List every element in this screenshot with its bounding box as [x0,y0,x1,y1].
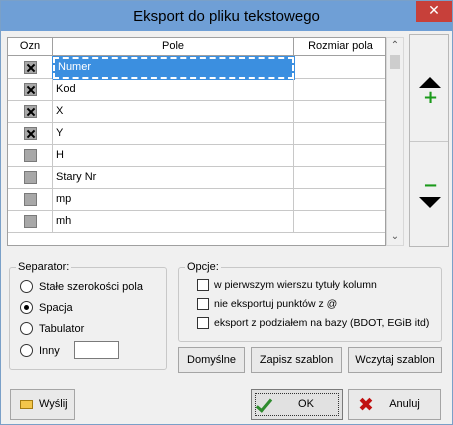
grid-header: Ozn Pole Rozmiar pola [8,38,385,56]
row-checkbox[interactable] [24,83,37,96]
table-row[interactable]: mh [8,211,385,233]
ozn-cell [8,167,53,189]
dialog-title: Eksport do pliku tekstowego [133,8,320,25]
other-separator-input[interactable] [74,341,119,359]
field-name-cell[interactable]: mp [53,189,294,211]
radio-label: Stałe szerokości pola [39,281,143,293]
plus-icon: + [423,87,439,108]
grid-scrollbar[interactable]: ⌃ ⌄ [386,37,404,246]
field-size-cell[interactable] [294,167,385,189]
table-row[interactable]: Kod [8,79,385,101]
field-name-cell[interactable]: Stary Nr [53,167,294,189]
row-checkbox[interactable] [24,105,37,118]
field-size-cell[interactable] [294,145,385,167]
field-size-cell[interactable] [294,211,385,233]
option-checkbox[interactable] [197,317,209,329]
radio-label: Inny [39,345,60,357]
export-dialog: Eksport do pliku tekstowego ✕ Ozn Pole R… [0,0,453,425]
table-row[interactable]: H [8,145,385,167]
ok-button[interactable]: OK [251,389,343,420]
header-rozmiar-pola[interactable]: Rozmiar pola [294,38,385,56]
ozn-cell [8,123,53,145]
field-size-cell[interactable] [294,123,385,145]
row-checkbox[interactable] [24,127,37,140]
field-name-cell[interactable]: Kod [53,79,294,101]
send-button[interactable]: Wyślij [10,389,75,420]
field-size-cell[interactable] [294,189,385,211]
cancel-x-icon: ✖ [358,394,374,416]
field-name-cell[interactable]: H [53,145,294,167]
radio-button[interactable] [20,344,33,357]
arrow-down-icon [419,197,441,208]
radio-button[interactable] [20,280,33,293]
radio-label: Spacja [39,302,73,314]
save-template-button[interactable]: Zapisz szablon [251,347,342,373]
field-size-cell[interactable] [294,79,385,101]
field-name-cell[interactable]: X [53,101,294,123]
ozn-cell [8,79,53,101]
load-template-button[interactable]: Wczytaj szablon [348,347,442,373]
row-checkbox[interactable] [24,215,37,228]
option-label: nie eksportuj punktów z @ [214,298,338,310]
cancel-button[interactable]: ✖ Anuluj [348,389,441,420]
row-checkbox[interactable] [24,149,37,162]
header-ozn[interactable]: Ozn [8,38,53,56]
option-label: w pierwszym wierszu tytuły kolumn [214,279,377,291]
ozn-cell [8,145,53,167]
cancel-button-label: Anuluj [389,398,420,410]
envelope-icon [20,400,33,409]
table-row[interactable]: Numer [8,56,385,80]
ozn-cell [8,101,53,123]
field-name-cell[interactable]: Numer [52,56,295,80]
radio-label: Tabulator [39,323,85,335]
scroll-up-arrow-icon[interactable]: ⌃ [387,38,403,54]
table-row[interactable]: Y [8,123,385,145]
option-checkbox[interactable] [197,298,209,310]
ozn-cell [8,211,53,233]
ozn-cell [8,57,53,79]
ozn-cell [8,189,53,211]
minus-icon: − [423,175,439,196]
separator-legend: Separator: [16,261,72,273]
field-size-cell[interactable] [294,57,385,79]
header-pole[interactable]: Pole [53,38,294,56]
move-down-button[interactable]: − [410,141,448,246]
field-size-cell[interactable] [294,101,385,123]
title-bar[interactable]: Eksport do pliku tekstowego ✕ [1,1,452,31]
table-row[interactable]: mp [8,189,385,211]
table-row[interactable]: X [8,101,385,123]
row-checkbox[interactable] [24,193,37,206]
move-up-button[interactable]: + [410,35,448,140]
option-label: eksport z podziałem na bazy (BDOT, EGiB … [214,317,430,329]
field-name-cell[interactable]: Y [53,123,294,145]
table-row[interactable]: Stary Nr [8,167,385,189]
fields-grid: Ozn Pole Rozmiar pola Numer Kod X Y H Stary N… [7,37,386,246]
row-checkbox[interactable] [24,171,37,184]
options-legend: Opcje: [185,261,221,273]
row-checkbox[interactable] [24,61,37,74]
radio-button[interactable] [20,301,33,314]
scroll-thumb[interactable] [390,55,400,69]
scroll-down-arrow-icon[interactable]: ⌄ [387,229,403,245]
close-button[interactable]: ✕ [416,1,452,22]
send-button-label: Wyślij [39,398,68,410]
defaults-button[interactable]: Domyślne [178,347,245,373]
option-checkbox[interactable] [197,279,209,291]
field-name-cell[interactable]: mh [53,211,294,233]
move-buttons-panel: + − [409,34,449,247]
radio-button[interactable] [20,322,33,335]
